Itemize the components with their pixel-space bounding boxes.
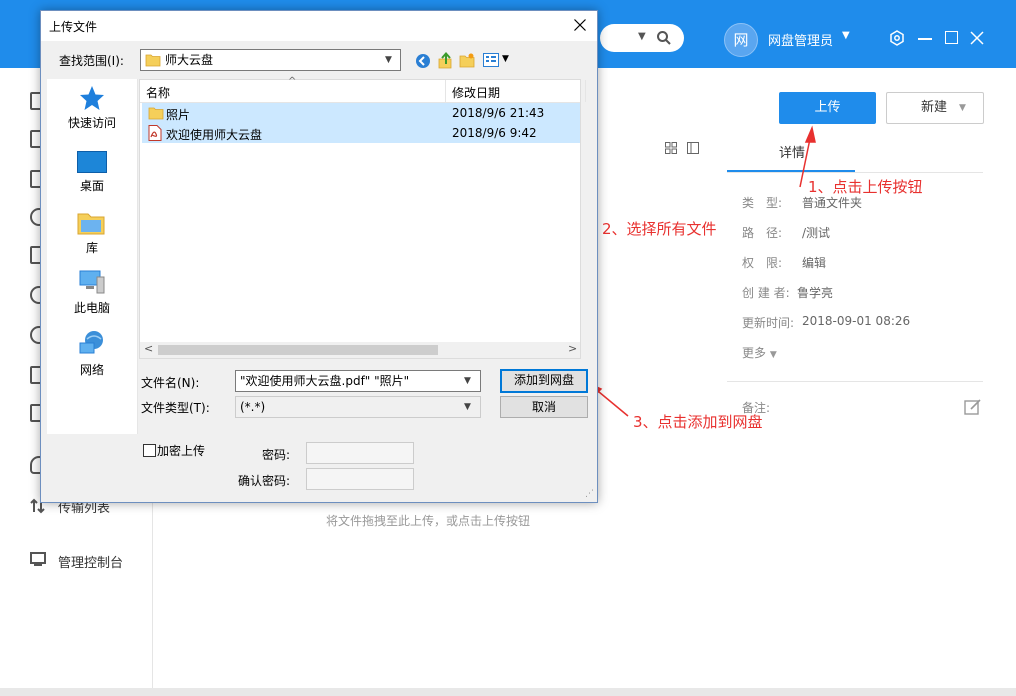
filename-label: 文件名(N): [141, 376, 200, 390]
annotation-step1: 1、点击上传按钮 [808, 178, 923, 196]
file-name: 照片 [166, 108, 191, 122]
file-list-hscroll[interactable]: < > [140, 342, 580, 358]
file-row[interactable]: 欢迎使用师大云盘 2018/9/6 9:42 [142, 123, 580, 143]
back-icon[interactable] [415, 53, 431, 69]
filetype-select[interactable]: (*.*) ▼ [235, 396, 481, 418]
place-label: 桌面 [79, 179, 104, 193]
confirm-password-label: 确认密码: [238, 474, 291, 488]
file-name: 欢迎使用师大云盘 [166, 128, 263, 142]
place-label: 快速访问 [67, 116, 116, 130]
dialog-title: 上传文件 [49, 20, 98, 34]
cancel-button[interactable]: 取消 [500, 396, 588, 418]
scroll-thumb[interactable] [158, 345, 438, 355]
look-in-value: 师大云盘 [165, 53, 214, 67]
resize-grip-icon[interactable]: ⋰ [585, 489, 594, 499]
filename-caret-icon[interactable]: ▼ [464, 371, 471, 391]
place-this-pc[interactable]: 此电脑 [47, 269, 137, 319]
folder-icon [145, 54, 161, 67]
scroll-right-icon[interactable]: > [568, 342, 577, 355]
place-desktop[interactable]: 桌面 [47, 149, 137, 199]
filetype-value: (*.*) [240, 400, 266, 414]
confirm-password-input[interactable] [306, 468, 414, 490]
view-menu-icon [483, 53, 499, 67]
scroll-left-icon[interactable]: < [144, 342, 153, 355]
filename-input[interactable]: "欢迎使用师大云盘.pdf" "照片" ▼ [235, 370, 481, 392]
star-icon [80, 86, 104, 110]
network-icon [79, 331, 103, 354]
file-date: 2018/9/6 21:43 [452, 106, 545, 120]
filename-value: "欢迎使用师大云盘.pdf" "照片" [240, 374, 410, 388]
column-separator [445, 80, 446, 102]
place-network[interactable]: 网络 [47, 329, 137, 379]
upload-dialog: 上传文件 查找范围(I): 师大云盘 ▼ ▼ 快速访问 桌面 库 此电脑 网络 … [40, 10, 598, 503]
file-list-header: ^ 名称 修改日期 [140, 76, 586, 103]
look-in-caret-icon: ▼ [385, 55, 392, 65]
file-list[interactable]: ^ 名称 修改日期 照片 2018/9/6 21:43 欢迎使用师大云盘 201… [139, 76, 586, 359]
annotation-step2: 2、选择所有文件 [602, 220, 717, 238]
computer-icon [79, 270, 105, 294]
filetype-caret-icon: ▼ [464, 402, 471, 412]
place-label: 网络 [79, 363, 104, 377]
dialog-close-icon[interactable] [574, 19, 586, 31]
dialog-titlebar[interactable]: 上传文件 [41, 11, 597, 41]
add-to-drive-button[interactable]: 添加到网盘 [500, 369, 588, 393]
new-folder-icon[interactable] [459, 53, 475, 68]
places-bar: 快速访问 桌面 库 此电脑 网络 [47, 79, 138, 434]
sort-arrow-icon: ^ [288, 76, 297, 87]
view-caret-icon: ▼ [502, 54, 509, 64]
encrypt-checkbox[interactable] [143, 444, 156, 457]
look-in-label: 查找范围(I): [59, 54, 124, 68]
file-row[interactable]: 照片 2018/9/6 21:43 [142, 103, 580, 123]
look-in-select[interactable]: 师大云盘 ▼ [140, 49, 401, 71]
column-name[interactable]: 名称 [146, 84, 170, 101]
place-label: 此电脑 [73, 301, 110, 315]
filetype-label: 文件类型(T): [141, 401, 210, 415]
place-label: 库 [85, 241, 98, 255]
encrypt-label: 加密上传 [157, 444, 206, 458]
pdf-icon [148, 125, 162, 141]
view-menu-button[interactable]: ▼ [483, 53, 513, 68]
password-label: 密码: [262, 448, 291, 462]
place-library[interactable]: 库 [47, 209, 137, 259]
folder-icon [148, 107, 164, 120]
up-folder-icon[interactable] [437, 52, 453, 69]
annotation-step3: 3、点击添加到网盘 [633, 413, 763, 431]
column-modified[interactable]: 修改日期 [452, 84, 500, 101]
library-icon [77, 213, 105, 235]
desktop-icon [77, 151, 107, 173]
file-date: 2018/9/6 9:42 [452, 126, 537, 140]
place-quick-access[interactable]: 快速访问 [47, 85, 137, 135]
password-input[interactable] [306, 442, 414, 464]
column-separator [585, 80, 586, 102]
